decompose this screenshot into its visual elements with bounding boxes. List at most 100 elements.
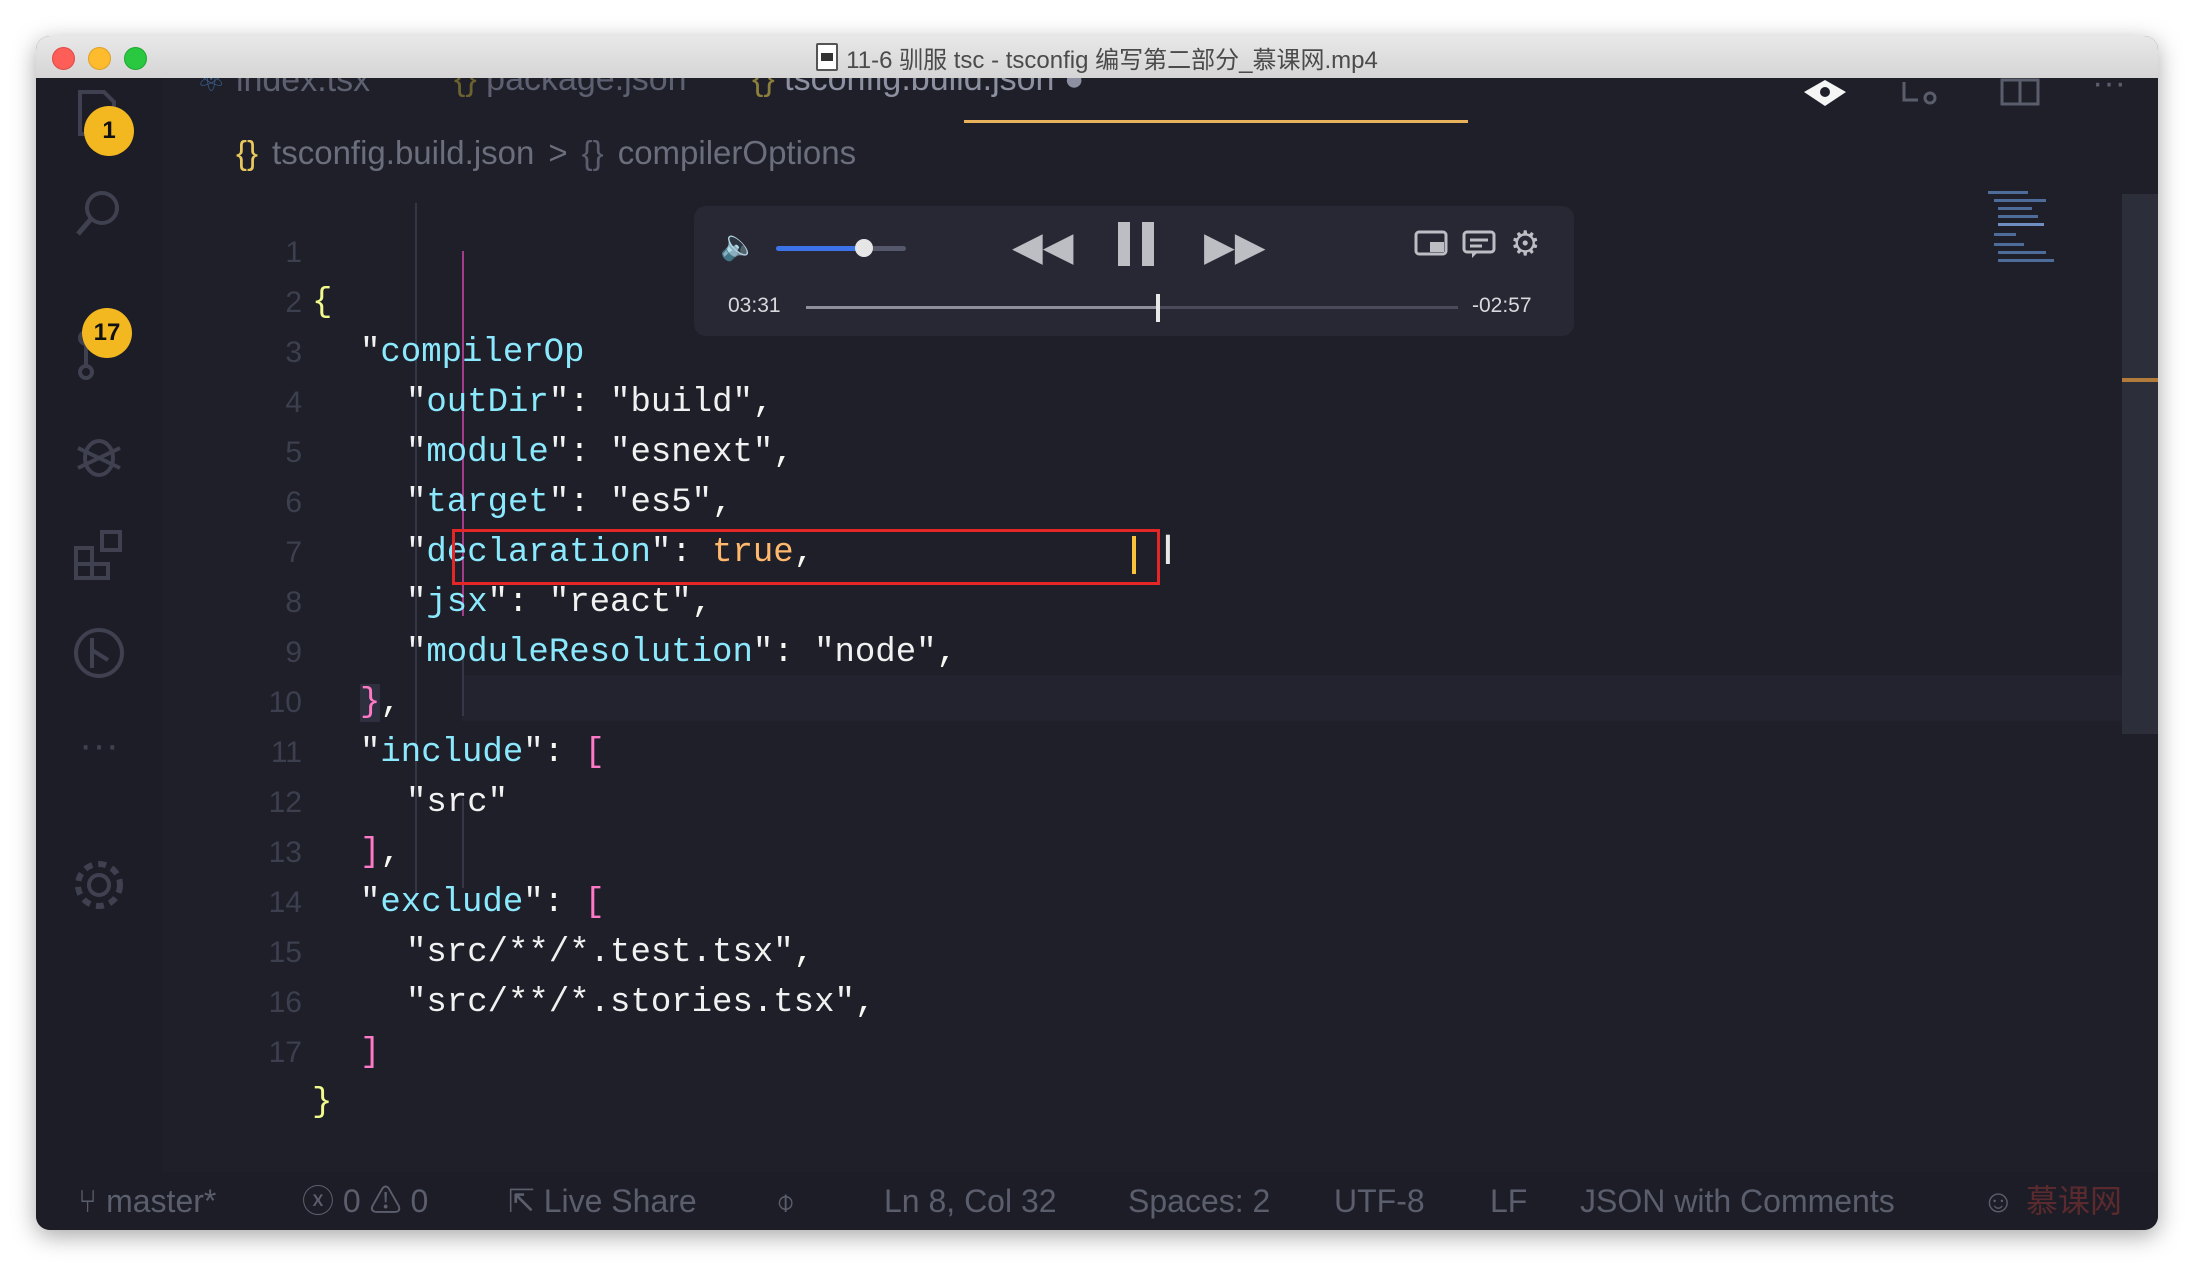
settings-gear-icon[interactable] bbox=[72, 858, 126, 912]
volume-icon[interactable]: 🔈 bbox=[720, 228, 757, 263]
window-title: 11-6 驯服 tsc - tsconfig 编写第二部分_慕课网.mp4 bbox=[846, 46, 1378, 74]
code-line: 16 ] bbox=[162, 928, 381, 1072]
window-title-group: 11-6 驯服 tsc - tsconfig 编写第二部分_慕课网.mp4 bbox=[36, 36, 2158, 78]
json-braces-icon: {} bbox=[454, 78, 487, 98]
extensions-icon[interactable] bbox=[72, 526, 126, 580]
json-value: es5 bbox=[630, 484, 692, 522]
code-line: 5 "target": "es5", bbox=[162, 378, 732, 522]
code-line: 9 }, bbox=[162, 578, 401, 722]
eol-setting[interactable]: LF bbox=[1490, 1172, 1527, 1230]
line-content: "moduleResolution": "node", bbox=[406, 634, 957, 672]
fast-forward-icon[interactable]: ▶▶ bbox=[1204, 224, 1266, 270]
git-lens-icon[interactable] bbox=[1802, 78, 1848, 116]
line-content: { bbox=[312, 284, 333, 322]
picture-in-picture-icon[interactable] bbox=[1414, 230, 1448, 262]
cursor-position[interactable]: Ln 8, Col 32 bbox=[884, 1172, 1057, 1230]
json-value: build bbox=[630, 384, 733, 422]
code-line: 10 "include": [ bbox=[162, 628, 605, 772]
code-line: 6 "declaration": true, bbox=[162, 428, 814, 572]
code-line: 2 "compilerOp bbox=[162, 228, 584, 372]
breadcrumb-symbol[interactable]: compilerOptions bbox=[618, 134, 856, 172]
watermark: 慕课网 bbox=[2026, 1183, 2123, 1219]
tab-package-json[interactable]: {} package.json bbox=[454, 78, 687, 120]
object-braces-icon: {} bbox=[581, 134, 604, 171]
problems-indicator[interactable]: ⓧ 0 ⚠ 0 bbox=[302, 1172, 428, 1230]
error-icon: ⓧ bbox=[302, 1183, 335, 1219]
text-caret bbox=[1132, 536, 1136, 574]
title-bar: 11-6 驯服 tsc - tsconfig 编写第二部分_慕课网.mp4 bbox=[36, 36, 2158, 79]
live-share-icon: ⇱ bbox=[508, 1183, 535, 1219]
git-graph-icon[interactable] bbox=[72, 626, 126, 680]
playback-progress-bar[interactable] bbox=[806, 294, 1458, 322]
json-key: compilerOp bbox=[380, 334, 585, 372]
volume-knob[interactable] bbox=[855, 239, 874, 257]
tab-tsconfig-build-json[interactable]: {} tsconfig.build.json ● bbox=[752, 78, 1084, 120]
line-content: "target": "es5", bbox=[406, 484, 733, 522]
line-content: }, bbox=[360, 684, 401, 722]
feedback-icon[interactable]: ☺ bbox=[1982, 1172, 2015, 1230]
line-content: "src/**/*.stories.tsx", bbox=[406, 984, 876, 1022]
rewind-icon[interactable]: ◀◀ bbox=[1012, 224, 1074, 270]
json-value: esnext bbox=[630, 434, 753, 472]
search-icon[interactable] bbox=[72, 186, 126, 240]
annotation-highlight-box bbox=[452, 529, 1160, 585]
code-line: 17 } bbox=[162, 978, 333, 1122]
more-actions-icon[interactable]: ··· bbox=[2092, 78, 2126, 103]
breadcrumb-file[interactable]: tsconfig.build.json bbox=[272, 134, 534, 172]
live-share-button[interactable]: ⇱ Live Share bbox=[508, 1172, 697, 1230]
current-line-highlight bbox=[462, 675, 2152, 721]
encoding-setting[interactable]: UTF-8 bbox=[1334, 1172, 1425, 1230]
line-content: "exclude": [ bbox=[360, 884, 605, 922]
volume-slider[interactable] bbox=[776, 239, 906, 257]
document-icon bbox=[816, 43, 839, 71]
playback-progress-fill bbox=[806, 306, 1159, 309]
source-control-badge: 17 bbox=[82, 308, 132, 358]
active-tab-indicator bbox=[964, 120, 1468, 123]
react-icon: ⚛ bbox=[196, 78, 236, 99]
line-content: "src" bbox=[406, 784, 509, 822]
json-value: src/**/*.test.tsx bbox=[426, 934, 774, 972]
elapsed-time: 03:31 bbox=[728, 294, 781, 317]
json-value: react bbox=[569, 584, 672, 622]
code-line: 7 "jsx": "react", bbox=[162, 478, 712, 622]
code-line: 13 "exclude": [ bbox=[162, 778, 605, 922]
remaining-time: -02:57 bbox=[1472, 294, 1532, 317]
json-value: node bbox=[834, 634, 917, 672]
breadcrumb-chevron-icon: > bbox=[548, 134, 568, 171]
branch-indicator[interactable]: ⑂ master* bbox=[78, 1172, 216, 1230]
json-value: src/**/*.stories.tsx bbox=[426, 984, 835, 1022]
split-editor-icon[interactable] bbox=[2000, 78, 2040, 116]
video-controls: 🔈 ◀◀ ▶▶ ⚙ 03:31 -02:57 bbox=[694, 206, 1574, 336]
indentation-setting[interactable]: Spaces: 2 bbox=[1128, 1172, 1270, 1230]
compare-changes-icon[interactable] bbox=[1900, 78, 1940, 116]
pause-icon[interactable] bbox=[1114, 220, 1158, 272]
status-bar: ⑂ master* ⓧ 0 ⚠ 0 ⇱ Live Share ⌽ Ln 8, C… bbox=[36, 1172, 2158, 1230]
line-content: "outDir": "build", bbox=[406, 384, 774, 422]
subtitles-icon[interactable] bbox=[1462, 230, 1496, 264]
settings-icon[interactable]: ⚙ bbox=[1510, 224, 1540, 264]
line-content: "jsx": "react", bbox=[406, 584, 713, 622]
line-content: "compilerOp bbox=[360, 334, 585, 372]
ibeam-cursor-icon: I bbox=[1162, 528, 1174, 574]
line-number: 17 bbox=[268, 1036, 302, 1069]
git-branch-icon: ⑂ bbox=[78, 1183, 98, 1219]
line-content: ] bbox=[360, 1034, 381, 1072]
tab-index-tsx[interactable]: ⚛ index.tsx bbox=[196, 78, 370, 120]
warning-icon: ⚠ bbox=[369, 1183, 402, 1219]
debug-icon[interactable] bbox=[72, 428, 126, 482]
json-value: src bbox=[426, 784, 488, 822]
breadcrumb: {} tsconfig.build.json > {} compilerOpti… bbox=[236, 128, 856, 178]
vertical-scrollbar[interactable] bbox=[2122, 194, 2158, 734]
json-key: exclude bbox=[380, 884, 524, 922]
code-line: 4 "module": "esnext", bbox=[162, 328, 793, 472]
language-mode[interactable]: JSON with Comments bbox=[1580, 1172, 1895, 1230]
playback-scrubber[interactable] bbox=[1156, 294, 1161, 322]
explorer-badge: 1 bbox=[84, 106, 134, 156]
commit-icon[interactable]: ⌽ bbox=[776, 1172, 795, 1230]
volume-level bbox=[776, 246, 865, 251]
code-line: 3 "outDir": "build", bbox=[162, 278, 773, 422]
more-icon[interactable]: ··· bbox=[72, 718, 126, 772]
activity-bar: 1 17 ··· bbox=[36, 78, 162, 1178]
minimap[interactable] bbox=[1988, 191, 2078, 281]
json-key: target bbox=[426, 484, 549, 522]
